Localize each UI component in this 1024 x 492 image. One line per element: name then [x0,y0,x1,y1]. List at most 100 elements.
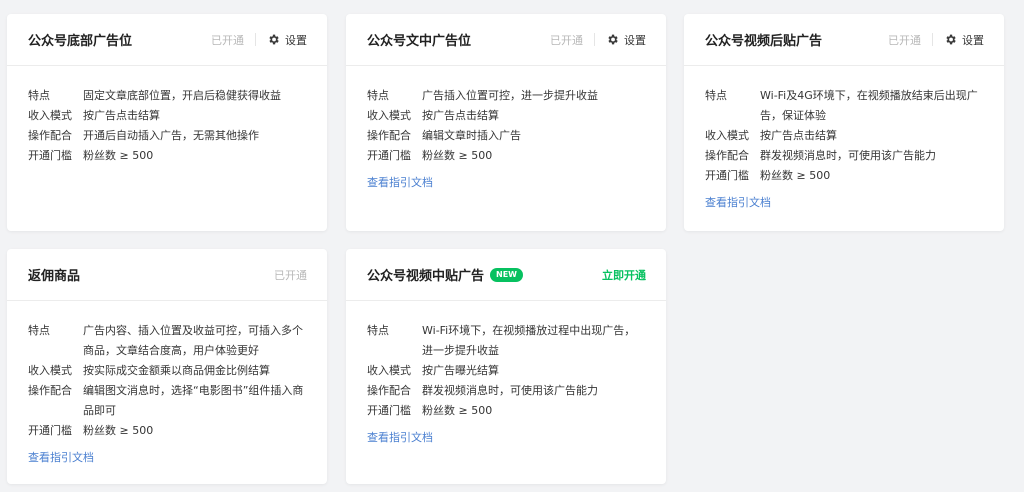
feature-value: 广告内容、插入位置及收益可控，可插入多个商品，文章结合度高，用户体验更好 [83,324,303,357]
card-header-actions: 已开通 设置 [550,32,646,48]
operation-value: 群发视频消息时，可使用该广告能力 [422,384,598,397]
operation-label: 操作配合 [28,129,72,142]
feature-row: 特点 Wi-Fi及4G环境下，在视频播放结束后出现广告，保证体验 [705,86,984,126]
threshold-label: 开通门槛 [367,149,411,162]
card-header: 公众号底部广告位 已开通 设置 [7,14,327,66]
threshold-row: 开通门槛 粉丝数 ≥ 500 [367,146,646,166]
income-row: 收入模式 按广告点击结算 [367,106,646,126]
income-value: 按实际成交金额乘以商品佣金比例结算 [83,364,270,377]
feature-row: 特点 固定文章底部位置，开启后稳健获得收益 [28,86,307,106]
threshold-value: 粉丝数 ≥ 500 [760,169,831,182]
threshold-row: 开通门槛 粉丝数 ≥ 500 [367,401,646,421]
status-label: 已开通 [211,33,244,47]
income-label: 收入模式 [367,109,411,122]
settings-label: 设置 [962,33,984,47]
activate-now-button[interactable]: 立即开通 [602,267,646,283]
card-header: 公众号视频中贴广告 NEW 立即开通 [346,249,666,301]
threshold-row: 开通门槛 粉丝数 ≥ 500 [705,166,984,186]
operation-row: 操作配合 群发视频消息时，可使用该广告能力 [367,381,646,401]
status-label: 已开通 [550,33,583,47]
feature-label: 特点 [367,89,389,102]
feature-value: Wi-Fi环境下，在视频播放过程中出现广告，进一步提升收益 [422,324,636,357]
gear-icon [946,34,956,45]
operation-label: 操作配合 [367,384,411,397]
operation-row: 操作配合 编辑文章时插入广告 [367,126,646,146]
operation-label: 操作配合 [705,149,749,162]
commission-products-card: 返佣商品 已开通 特点 广告内容、插入位置及收益可控，可插入多个商品，文章结合度高… [7,249,327,484]
feature-row: 特点 Wi-Fi环境下，在视频播放过程中出现广告，进一步提升收益 [367,321,646,361]
ad-card-in-article: 公众号文中广告位 已开通 设置 特点 广告插入位置可控，进一步提升收益 收入模式按… [346,14,666,231]
threshold-row: 开通门槛 粉丝数 ≥ 500 [28,421,307,441]
operation-row: 操作配合 群发视频消息时，可使用该广告能力 [705,146,984,166]
feature-value: 广告插入位置可控，进一步提升收益 [422,89,598,102]
card-title: 公众号视频后贴广告 [705,34,823,49]
settings-label: 设置 [624,33,646,47]
settings-button[interactable]: 设置 [606,32,646,48]
card-header-actions: 已开通 设置 [211,32,307,48]
income-label: 收入模式 [28,109,72,122]
threshold-value: 粉丝数 ≥ 500 [422,404,493,417]
card-body: 特点 广告内容、插入位置及收益可控，可插入多个商品，文章结合度高，用户体验更好 收… [7,301,327,465]
threshold-row: 开通门槛 粉丝数 ≥ 500 [28,146,307,166]
threshold-label: 开通门槛 [28,424,72,437]
income-value: 按广告点击结算 [760,129,837,142]
income-value: 按广告点击结算 [83,109,160,122]
status-label: 已开通 [274,268,307,282]
income-label: 收入模式 [705,129,749,142]
settings-button[interactable]: 设置 [267,32,307,48]
income-value: 按广告曝光结算 [422,364,499,377]
card-body: 特点 Wi-Fi环境下，在视频播放过程中出现广告，进一步提升收益 收入模式 按广告曝… [346,301,666,445]
ad-card-video-mid-roll: 公众号视频中贴广告 NEW 立即开通 特点 Wi-Fi环境下，在视频播放过程中出现… [346,249,666,484]
settings-label: 设置 [285,33,307,47]
income-row: 收入模式 按广告曝光结算 [367,361,646,381]
status-label: 已开通 [888,33,921,47]
threshold-label: 开通门槛 [705,169,749,182]
divider [594,33,595,46]
card-title: 公众号底部广告位 [28,34,133,49]
guide-doc-link[interactable]: 查看指引文档 [367,429,433,445]
ad-card-bottom: 公众号底部广告位 已开通 设置 特点 固定文章底部位置，开启后稳健获得收益 收入模… [7,14,327,231]
income-label: 收入模式 [367,364,411,377]
divider [932,33,933,46]
threshold-value: 粉丝数 ≥ 500 [422,149,493,162]
income-label: 收入模式 [28,364,72,377]
operation-value: 开通后自动插入广告，无需其他操作 [83,129,259,142]
guide-doc-link[interactable]: 查看指引文档 [28,449,94,465]
operation-row: 操作配合 开通后自动插入广告，无需其他操作 [28,126,307,146]
operation-value: 编辑文章时插入广告 [422,129,521,142]
guide-doc-link[interactable]: 查看指引文档 [705,194,771,210]
threshold-label: 开通门槛 [367,404,411,417]
guide-doc-link[interactable]: 查看指引文档 [367,174,433,190]
card-header-actions: 已开通 [274,267,307,283]
threshold-value: 粉丝数 ≥ 500 [83,149,154,162]
card-body: 特点 Wi-Fi及4G环境下，在视频播放结束后出现广告，保证体验 收入模式 按广告点… [684,66,1004,210]
settings-button[interactable]: 设置 [944,32,984,48]
feature-row: 特点 广告内容、插入位置及收益可控，可插入多个商品，文章结合度高，用户体验更好 [28,321,307,361]
operation-label: 操作配合 [28,384,72,397]
gear-icon [269,34,279,45]
income-row: 收入模式 按广告点击结算 [28,106,307,126]
card-body: 特点 固定文章底部位置，开启后稳健获得收益 收入模式 按广告点击结算 操作配合 开通后… [7,66,327,166]
operation-label: 操作配合 [367,129,411,142]
ad-card-video-post-roll: 公众号视频后贴广告 已开通 设置 特点 Wi-Fi及4G环境下，在视频播放结束后出… [684,14,1004,231]
feature-value: 固定文章底部位置，开启后稳健获得收益 [83,89,281,102]
operation-value: 群发视频消息时，可使用该广告能力 [760,149,936,162]
card-header: 公众号文中广告位 已开通 设置 [346,14,666,66]
card-body: 特点 广告插入位置可控，进一步提升收益 收入模式 按广告点击结算 操作配合 编辑文章时… [346,66,666,190]
card-header-actions: 已开通 设置 [888,32,984,48]
feature-label: 特点 [28,324,50,337]
feature-label: 特点 [705,89,727,102]
threshold-value: 粉丝数 ≥ 500 [83,424,154,437]
feature-label: 特点 [28,89,50,102]
card-header-actions: 立即开通 [602,267,646,283]
card-title: 公众号视频中贴广告 [367,269,485,284]
income-row: 收入模式 按实际成交金额乘以商品佣金比例结算 [28,361,307,381]
feature-label: 特点 [367,324,389,337]
divider [255,33,256,46]
card-title: 公众号文中广告位 [367,34,472,49]
threshold-label: 开通门槛 [28,149,72,162]
gear-icon [608,34,618,45]
operation-value: 编辑图文消息时，选择“电影图书”组件插入商品即可 [83,384,304,417]
operation-row: 操作配合 编辑图文消息时，选择“电影图书”组件插入商品即可 [28,381,307,421]
income-row: 收入模式 按广告点击结算 [705,126,984,146]
